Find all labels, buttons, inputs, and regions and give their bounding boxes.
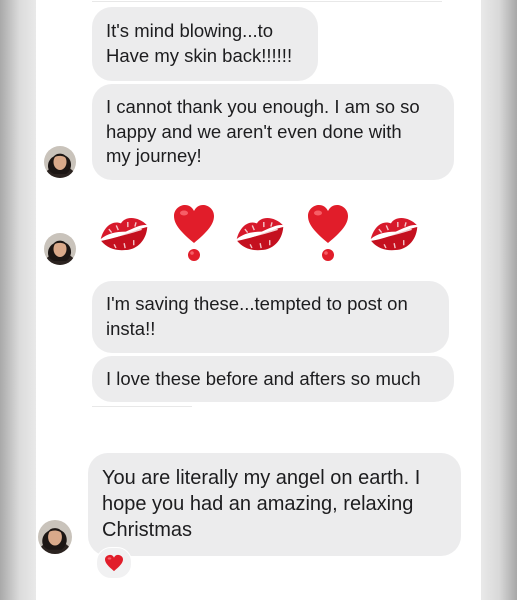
message-text: I cannot thank you enough. I am so so ha… [106, 96, 420, 166]
message-bubble[interactable]: You are literally my angel on earth. I h… [88, 453, 461, 556]
red-heart-icon [105, 554, 123, 572]
kiss-mark-icon [366, 206, 422, 265]
heart-exclamation-icon [172, 203, 216, 268]
message-text: It's mind blowing...to Have my skin back… [106, 20, 293, 66]
message-divider [92, 406, 192, 407]
message-bubble[interactable]: I cannot thank you enough. I am so so ha… [92, 84, 454, 180]
reaction-badge[interactable] [96, 547, 132, 579]
message-bubble[interactable]: I love these before and afters so much [92, 356, 454, 402]
avatar[interactable] [38, 520, 72, 554]
message-text: You are literally my angel on earth. I h… [102, 467, 421, 541]
avatar[interactable] [44, 146, 76, 178]
right-edge [481, 0, 517, 600]
message-bubble[interactable]: I'm saving these...tempted to post on in… [92, 281, 449, 353]
kiss-mark-icon [232, 206, 288, 265]
message-text: I love these before and afters so much [106, 368, 421, 389]
kiss-mark-icon [96, 206, 152, 265]
message-bubble[interactable]: It's mind blowing...to Have my skin back… [92, 7, 318, 81]
heart-exclamation-icon [306, 203, 350, 268]
avatar[interactable] [44, 233, 76, 265]
top-divider [92, 1, 442, 2]
message-text: I'm saving these...tempted to post on in… [106, 293, 408, 339]
